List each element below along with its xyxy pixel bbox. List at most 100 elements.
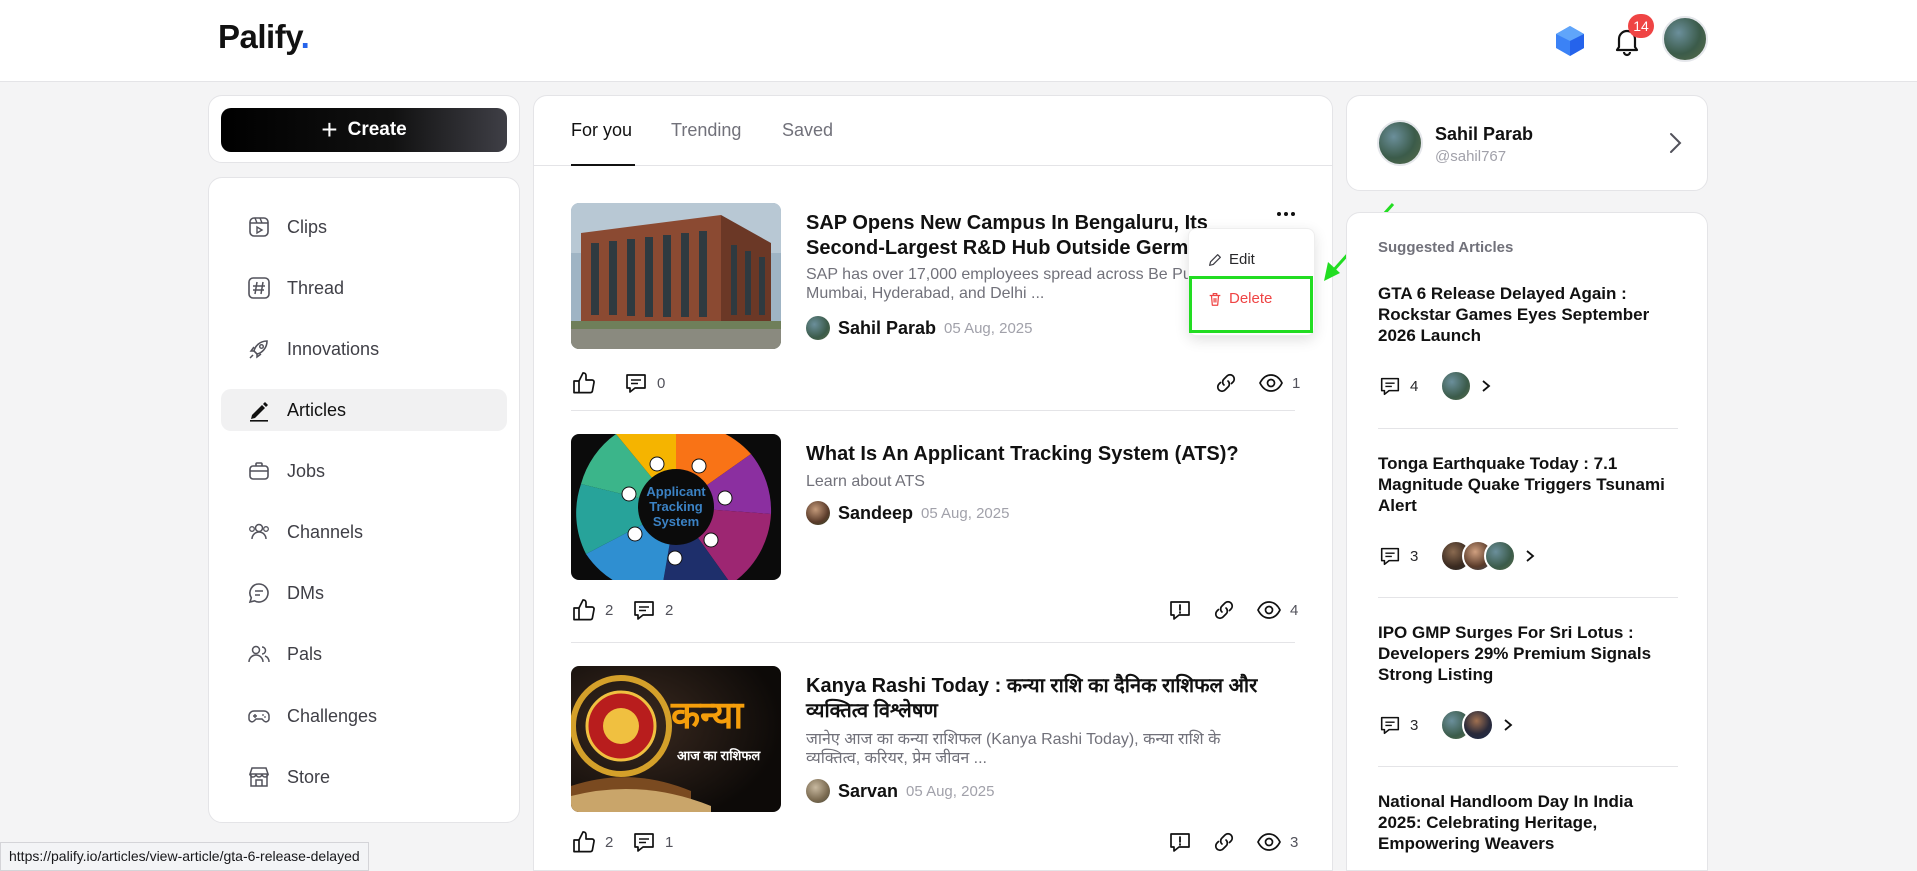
suggested-article-meta: 3 — [1378, 540, 1536, 572]
reader-avatar — [1440, 370, 1473, 402]
tab-trending[interactable]: Trending — [671, 120, 741, 141]
suggested-article-title[interactable]: National Handloom Day In India 2025: Cel… — [1378, 791, 1678, 854]
article-thumbnail[interactable]: Applicant Tracking System — [571, 434, 781, 580]
link-icon — [1216, 373, 1236, 393]
comment-icon — [1380, 716, 1400, 735]
profile-card[interactable]: Sahil Parab @sahil767 — [1346, 95, 1708, 191]
sidebar-item-innovations[interactable]: Innovations — [221, 328, 507, 370]
view-count: 4 — [1290, 601, 1299, 619]
like-button[interactable]: 2 — [571, 597, 613, 623]
share-link-button[interactable] — [1211, 597, 1237, 623]
edit-menu-item[interactable]: Edit — [1207, 251, 1255, 268]
comment-icon — [634, 601, 654, 620]
reader-avatar — [1484, 540, 1517, 572]
chevron-right-icon[interactable] — [1524, 548, 1536, 564]
sidebar-item-label: Store — [287, 766, 331, 787]
suggested-article-title[interactable]: GTA 6 Release Delayed Again : Rockstar G… — [1378, 283, 1678, 346]
like-button[interactable]: 2 — [571, 829, 613, 855]
article-date: 05 Aug, 2025 — [944, 319, 1033, 337]
sidebar-item-label: Jobs — [287, 460, 326, 481]
report-button[interactable] — [1167, 597, 1193, 623]
comment-icon — [1380, 547, 1400, 566]
comment-count: 2 — [665, 601, 674, 619]
link-icon — [1214, 832, 1234, 852]
comment-button[interactable]: 0 — [623, 370, 665, 396]
author-name[interactable]: Sahil Parab — [838, 318, 936, 339]
comment-icon — [626, 374, 646, 393]
sidebar-item-jobs[interactable]: Jobs — [221, 450, 507, 492]
sidebar-item-dms[interactable]: DMs — [221, 572, 507, 614]
sidebar-item-store[interactable]: Store — [221, 756, 507, 798]
profile-avatar[interactable] — [1377, 120, 1423, 166]
suggested-divider — [1378, 766, 1678, 767]
sidebar-item-articles[interactable]: Articles — [221, 389, 507, 431]
more-options-icon[interactable] — [1275, 207, 1297, 221]
tab-saved[interactable]: Saved — [782, 120, 833, 141]
logo-text: Palify — [218, 18, 301, 55]
chevron-right-icon[interactable] — [1502, 717, 1514, 733]
link-icon — [1214, 600, 1234, 620]
hash-icon — [248, 277, 270, 299]
reader-avatars — [1440, 540, 1517, 572]
pals-icon — [248, 645, 270, 663]
suggested-article-title[interactable]: Tonga Earthquake Today : 7.1 Magnitude Q… — [1378, 453, 1678, 516]
sidebar-item-label: Articles — [287, 399, 347, 420]
report-button[interactable] — [1167, 829, 1193, 855]
top-header: Palify. 14 — [0, 0, 1917, 82]
article-description: जानेए आज का कन्या राशिफल (Kanya Rashi To… — [806, 731, 1221, 767]
create-button[interactable]: + Create — [221, 108, 507, 152]
chevron-right-icon[interactable] — [1480, 378, 1492, 394]
author-avatar[interactable] — [806, 501, 830, 525]
report-icon — [1170, 833, 1190, 852]
author-name[interactable]: Sandeep — [838, 503, 913, 524]
article-actions: 2 1 3 — [571, 829, 1298, 859]
article-divider — [571, 642, 1295, 643]
author-avatar[interactable] — [806, 316, 830, 340]
profile-name[interactable]: Sahil Parab — [1435, 124, 1533, 145]
article-card[interactable]: कन्या आज का राशिफल Kanya Rashi Today : क… — [571, 666, 1298, 870]
sidebar-item-channels[interactable]: Channels — [221, 511, 507, 553]
sidebar-item-thread[interactable]: Thread — [221, 267, 507, 309]
rocket-icon — [249, 340, 268, 359]
edit-icon — [1209, 253, 1221, 266]
comment-button[interactable]: 1 — [631, 829, 673, 855]
comment-count: 3 — [1410, 716, 1419, 734]
user-avatar[interactable] — [1662, 16, 1708, 62]
gem-icon[interactable] — [1553, 24, 1587, 58]
article-title[interactable]: What Is An Applicant Tracking System (AT… — [806, 442, 1276, 467]
views-indicator: 1 — [1258, 370, 1300, 396]
sidebar-item-clips[interactable]: Clips — [221, 206, 507, 248]
article-card[interactable]: SAP Opens New Campus In Bengaluru, Its S… — [571, 203, 1300, 421]
article-thumbnail[interactable]: कन्या आज का राशिफल — [571, 666, 781, 812]
author-avatar[interactable] — [806, 779, 830, 803]
sidebar-item-challenges[interactable]: Challenges — [221, 695, 507, 737]
briefcase-icon — [249, 462, 269, 480]
suggested-article[interactable]: IPO GMP Surges For Sri Lotus : Developer… — [1378, 622, 1678, 741]
thumbs-up-icon — [573, 599, 595, 621]
notification-badge: 14 — [1628, 14, 1654, 38]
article-meta: Sarvan 05 Aug, 2025 — [806, 779, 994, 803]
edit-label: Edit — [1229, 251, 1255, 268]
comment-count: 0 — [657, 374, 666, 392]
suggested-article[interactable]: National Handloom Day In India 2025: Cel… — [1378, 791, 1678, 854]
comment-button[interactable]: 2 — [631, 597, 673, 623]
article-thumbnail[interactable] — [571, 203, 781, 349]
suggested-articles-card: Suggested Articles GTA 6 Release Delayed… — [1346, 212, 1708, 871]
article-title[interactable]: Kanya Rashi Today : कन्या राशि का दैनिक … — [806, 674, 1276, 724]
share-link-button[interactable] — [1213, 370, 1239, 396]
suggested-divider — [1378, 597, 1678, 598]
chevron-right-icon[interactable] — [1665, 130, 1685, 156]
sidebar-item-label: Channels — [287, 521, 364, 542]
suggested-article[interactable]: GTA 6 Release Delayed Again : Rockstar G… — [1378, 283, 1678, 402]
like-count: 2 — [605, 833, 614, 851]
article-card[interactable]: Applicant Tracking System What Is An App… — [571, 434, 1299, 654]
share-link-button[interactable] — [1211, 829, 1237, 855]
like-button[interactable] — [571, 370, 597, 396]
suggested-article-title[interactable]: IPO GMP Surges For Sri Lotus : Developer… — [1378, 622, 1678, 685]
author-name[interactable]: Sarvan — [838, 781, 898, 802]
suggested-article[interactable]: Tonga Earthquake Today : 7.1 Magnitude Q… — [1378, 453, 1678, 572]
tab-for-you[interactable]: For you — [571, 120, 632, 141]
sidebar-item-pals[interactable]: Pals — [221, 633, 507, 675]
palify-logo[interactable]: Palify. — [218, 18, 310, 56]
eye-icon — [1257, 601, 1281, 619]
